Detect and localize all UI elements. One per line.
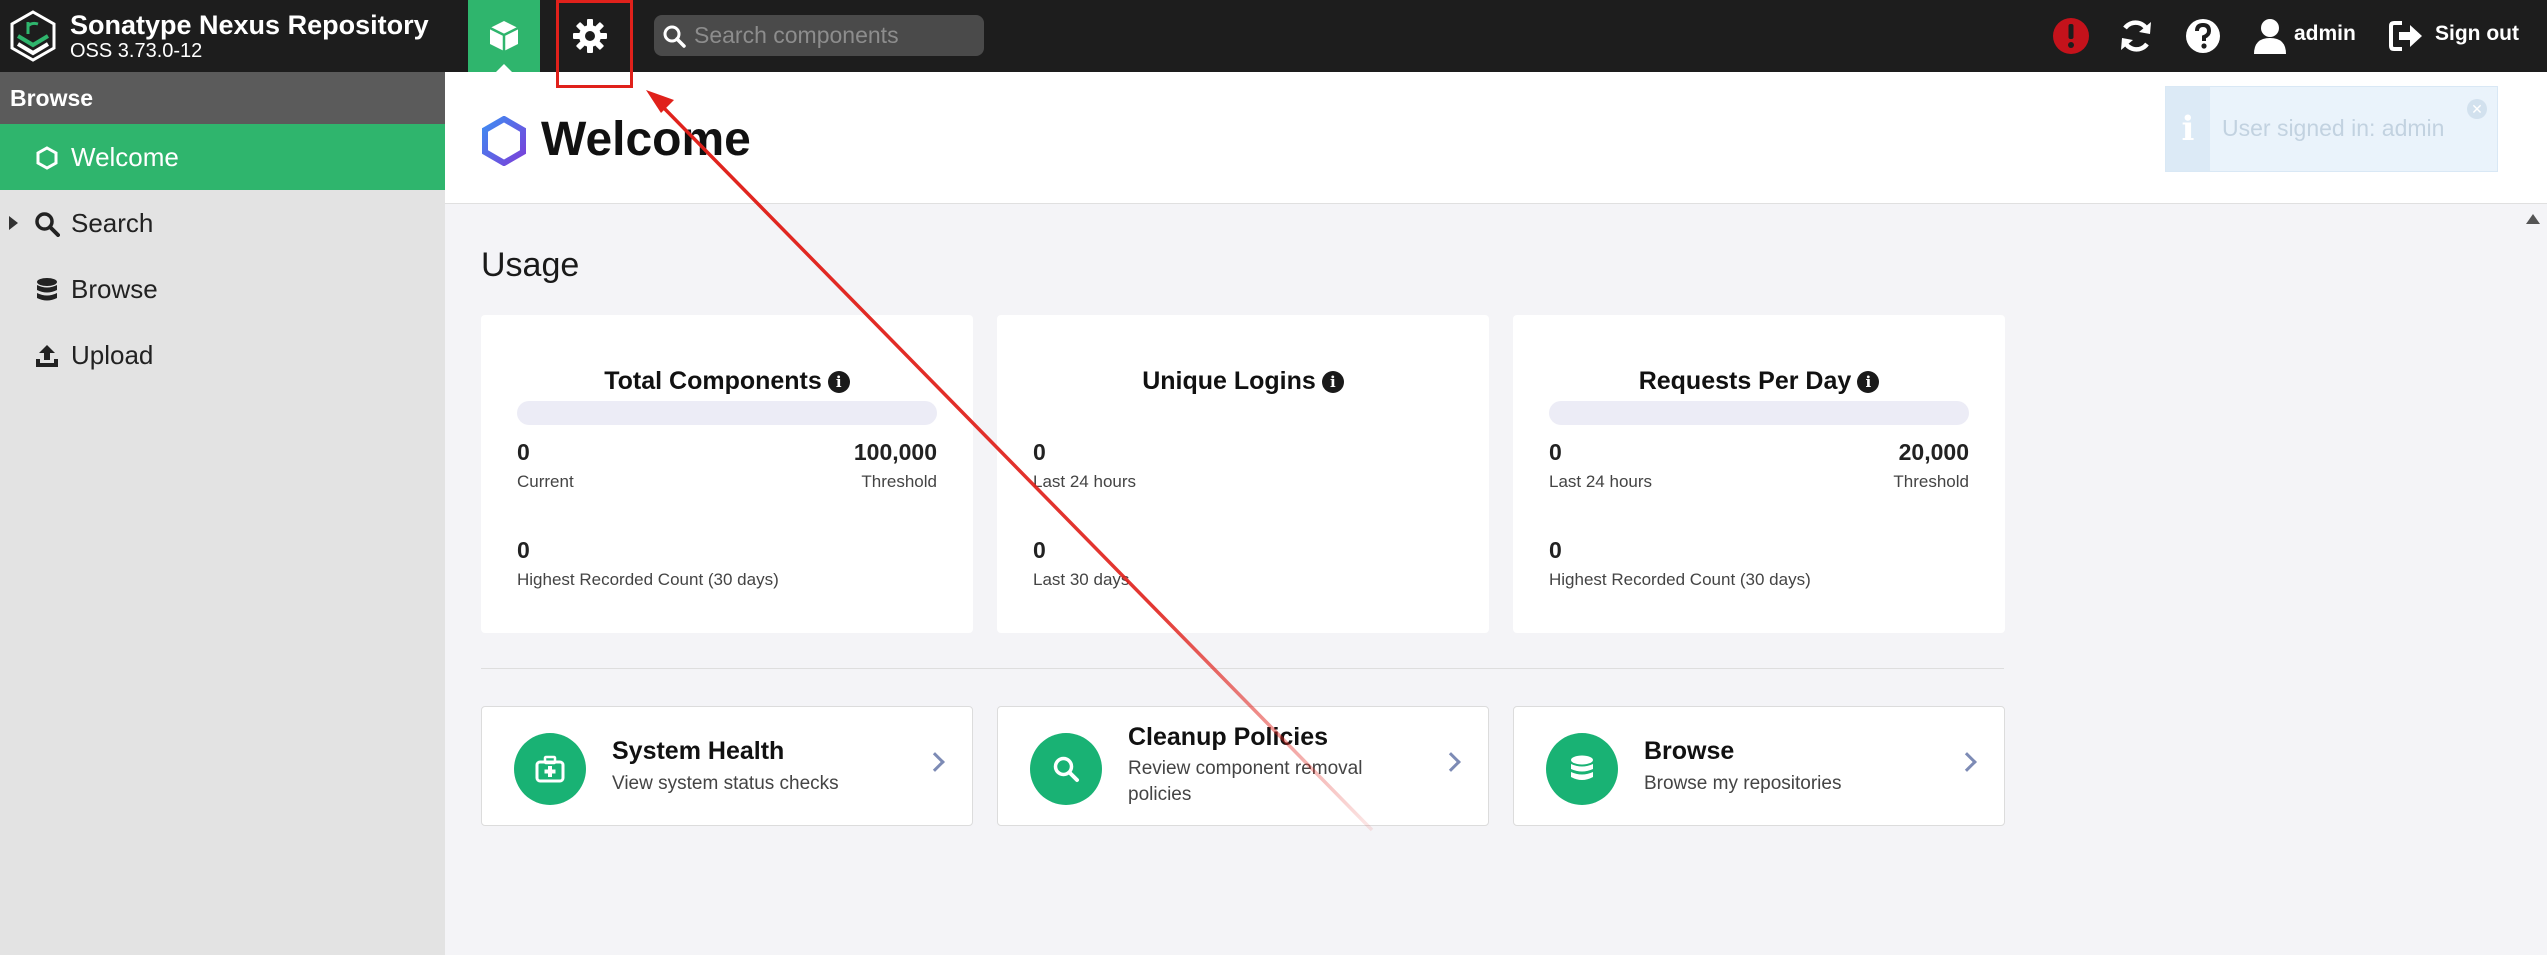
- expand-caret-icon[interactable]: [9, 216, 18, 230]
- search-components-input[interactable]: [694, 22, 974, 49]
- sidebar-item-welcome[interactable]: Welcome: [0, 124, 445, 190]
- link-title: System Health: [612, 737, 785, 765]
- user-name[interactable]: admin: [2294, 22, 2356, 46]
- product-name: Sonatype Nexus Repository: [70, 10, 429, 40]
- last-24h-label: Last 24 hours: [1549, 472, 1653, 491]
- card-title-text: Unique Logins: [1142, 367, 1316, 395]
- card-title-text: Requests Per Day: [1638, 367, 1852, 395]
- last-30d-value: 0: [1033, 537, 1046, 563]
- help-icon: [2186, 19, 2220, 53]
- last-24h-label: Last 24 hours: [1033, 472, 1137, 491]
- top-bar: Sonatype Nexus Repository OSS 3.73.0-12: [0, 0, 2547, 72]
- hexagon-icon: [34, 145, 60, 171]
- info-icon[interactable]: i: [827, 371, 850, 393]
- sidebar-item-label: Welcome: [71, 141, 179, 172]
- sign-out-button[interactable]: Sign out: [2435, 22, 2519, 46]
- chevron-right-icon: [1957, 752, 1977, 772]
- section-divider: [481, 668, 2004, 669]
- help-button[interactable]: [2181, 14, 2225, 58]
- threshold-value: 100,000: [853, 439, 937, 465]
- usage-section-title: Usage: [481, 246, 580, 284]
- main-content: Welcome i User signed in: admin ✕ Usage …: [445, 72, 2547, 955]
- brand[interactable]: Sonatype Nexus Repository OSS 3.73.0-12: [8, 6, 429, 66]
- scroll-up-arrow-icon[interactable]: [2526, 214, 2540, 224]
- notification-text: User signed in: admin: [2222, 115, 2445, 141]
- link-title: Cleanup Policies: [1128, 723, 1329, 751]
- threshold-label: Threshold: [1893, 472, 1969, 491]
- link-description: Review component removal policies: [1128, 758, 1363, 805]
- refresh-icon: [2121, 20, 2151, 52]
- sidebar-item-search[interactable]: Search: [0, 190, 445, 256]
- search-components-box[interactable]: [654, 15, 984, 56]
- card-title: Total Components i: [481, 367, 973, 396]
- card-title-text: Total Components: [604, 367, 822, 395]
- chevron-right-icon: [925, 752, 945, 772]
- card-title: Requests Per Day i: [1513, 367, 2005, 396]
- refresh-button[interactable]: [2114, 14, 2158, 58]
- annotation-highlight-box: [556, 0, 633, 88]
- sidebar-item-browse[interactable]: Browse: [0, 256, 445, 322]
- highest-count-value: 0: [517, 537, 530, 563]
- search-icon: [34, 211, 60, 237]
- card-title: Unique Logins i: [997, 367, 1489, 396]
- unique-logins-card: Unique Logins i 0 Last 24 hours 0 Last 30…: [997, 315, 1489, 633]
- alert-icon: [2053, 18, 2089, 54]
- browse-mode-button[interactable]: [468, 0, 540, 72]
- usage-progress-bar: [517, 401, 937, 425]
- highest-count-value: 0: [1549, 537, 1562, 563]
- highest-count-label: Highest Recorded Count (30 days): [517, 570, 779, 589]
- cube-icon: [489, 21, 519, 51]
- database-icon: [1546, 733, 1618, 805]
- info-icon[interactable]: i: [1857, 371, 1880, 393]
- upload-icon: [34, 343, 60, 369]
- welcome-hexagon-icon: [482, 116, 526, 166]
- product-version: OSS 3.73.0-12: [70, 40, 203, 62]
- total-components-card: Total Components i 0 Current 100,000 Thre…: [481, 315, 973, 633]
- page-header: Welcome i User signed in: admin ✕: [445, 72, 2547, 204]
- usage-progress-bar: [1549, 401, 1969, 425]
- info-icon: i: [2166, 87, 2210, 171]
- sidebar-header: Browse: [0, 72, 445, 124]
- current-value: 0: [517, 439, 530, 465]
- last-24h-value: 0: [1033, 439, 1046, 465]
- system-alert-button[interactable]: [2049, 14, 2093, 58]
- threshold-value: 20,000: [1898, 439, 1969, 465]
- cleanup-policies-link[interactable]: Cleanup Policies Review component remova…: [997, 706, 1489, 826]
- link-description: Browse my repositories: [1644, 773, 1842, 794]
- page-title: Welcome: [541, 113, 751, 166]
- link-description: View system status checks: [612, 773, 839, 794]
- sign-in-notification: i User signed in: admin ✕: [2165, 86, 2498, 172]
- user-account-button[interactable]: [2248, 14, 2292, 58]
- medkit-icon: [514, 733, 586, 805]
- browse-repositories-link[interactable]: Browse Browse my repositories: [1513, 706, 2005, 826]
- threshold-label: Threshold: [861, 472, 937, 491]
- last-30d-label: Last 30 days: [1033, 570, 1130, 589]
- search-icon: [1030, 733, 1102, 805]
- sidebar-item-upload[interactable]: Upload: [0, 322, 445, 388]
- close-icon[interactable]: ✕: [2467, 99, 2487, 119]
- database-icon: [34, 277, 60, 303]
- sidebar: Browse Welcome Search Browse Upload: [0, 72, 445, 955]
- requests-per-day-card: Requests Per Day i 0 Last 24 hours 20,000…: [1513, 315, 2005, 633]
- link-title: Browse: [1644, 737, 1735, 765]
- last-24h-value: 0: [1549, 439, 1562, 465]
- chevron-right-icon: [1441, 752, 1461, 772]
- sidebar-item-label: Search: [71, 207, 154, 238]
- current-label: Current: [517, 472, 574, 491]
- sign-out-icon: [2389, 21, 2422, 51]
- info-icon[interactable]: i: [1321, 371, 1344, 393]
- highest-count-label: Highest Recorded Count (30 days): [1549, 570, 1811, 589]
- user-icon: [2254, 19, 2286, 54]
- sidebar-item-label: Browse: [71, 273, 158, 304]
- nexus-logo-icon: [10, 10, 56, 62]
- sidebar-item-label: Upload: [71, 339, 154, 370]
- sign-out-icon-wrap[interactable]: [2384, 14, 2428, 58]
- system-health-link[interactable]: System Health View system status checks: [481, 706, 973, 826]
- search-icon: [663, 25, 686, 48]
